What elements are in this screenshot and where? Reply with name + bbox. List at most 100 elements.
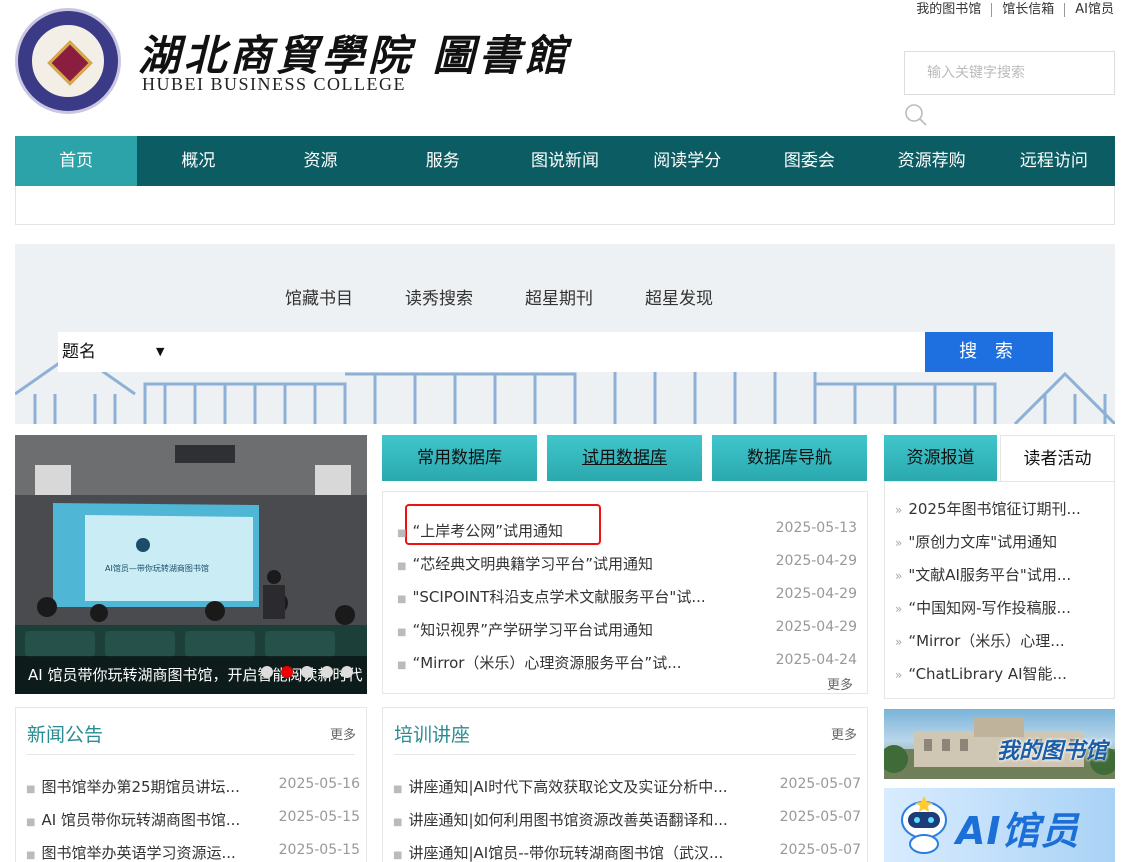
list-item[interactable]: ■ AI 馆员带你玩转湖商图书馆... 2025-05-15 <box>26 809 360 842</box>
item-title: 讲座通知|AI馆员--带你玩转湖商图书馆（武汉... <box>408 844 724 862</box>
divider <box>27 754 355 755</box>
list-item[interactable]: » “Mirror（米乐）心理... <box>895 630 1105 663</box>
list-item[interactable]: ■ 图书馆举办第25期馆员讲坛... 2025-05-16 <box>26 776 360 809</box>
my-library-label: 我的图书馆 <box>996 739 1107 764</box>
item-date: 2025-05-07 <box>779 776 861 792</box>
list-item[interactable]: » 2025年图书馆征订期刊... <box>895 498 1105 531</box>
ai-librarian-label: AI馆员 <box>956 809 1080 853</box>
seal-emblem <box>47 40 93 86</box>
nav-resources[interactable]: 资源 <box>259 136 381 186</box>
bullet-icon: ■ <box>397 627 407 638</box>
site-search-input[interactable]: 输入关键字搜索 <box>904 51 1115 95</box>
tab-resource-reports[interactable]: 资源报道 <box>884 435 997 481</box>
item-date: 2025-05-15 <box>278 842 360 858</box>
double-chevron-icon: » <box>895 602 903 616</box>
list-item[interactable]: ■ “芯经典文明典籍学习平台”试用通知 2025-04-29 <box>397 545 857 578</box>
nav-library-committee[interactable]: 图委会 <box>748 136 870 186</box>
list-item[interactable]: » “中国知网-写作投稿服... <box>895 597 1105 630</box>
bullet-icon: ■ <box>393 850 403 861</box>
my-library-banner[interactable]: 我的图书馆 <box>884 709 1115 779</box>
item-title: “上岸考公网”试用通知 <box>412 522 563 540</box>
item-title: “中国知网-写作投稿服... <box>908 599 1071 617</box>
item-title: 讲座通知|如何利用图书馆资源改善英语翻译和... <box>408 811 728 829</box>
list-item[interactable]: ■ 讲座通知|如何利用图书馆资源改善英语翻译和... 2025-05-07 <box>393 809 861 842</box>
double-chevron-icon: » <box>895 569 903 583</box>
item-title: AI 馆员带你玩转湖商图书馆... <box>41 811 241 829</box>
tab-duxiu-search[interactable]: 读秀搜索 <box>405 284 473 309</box>
list-item[interactable]: » "原创力文库"试用通知 <box>895 531 1105 564</box>
list-item[interactable]: ■ “上岸考公网”试用通知 2025-05-13 <box>397 512 857 545</box>
slider-dots <box>261 666 361 678</box>
bullet-icon: ■ <box>393 817 403 828</box>
news-more-link[interactable]: 更多 <box>330 724 356 743</box>
item-date: 2025-04-29 <box>775 619 857 635</box>
nav-remote-access[interactable]: 远程访问 <box>993 136 1115 186</box>
item-title: "SCIPOINT科沿支点学术文献服务平台"试... <box>412 588 706 606</box>
list-item[interactable]: » "文献AI服务平台"试用... <box>895 564 1105 597</box>
library-logo-english: HUBEI BUSINESS COLLEGE <box>142 74 407 94</box>
tab-chaoxing-discovery[interactable]: 超星发现 <box>645 284 713 309</box>
list-item[interactable]: ■ “Mirror（米乐）心理资源服务平台”试... 2025-04-24 <box>397 644 857 677</box>
item-date: 2025-05-15 <box>278 809 360 825</box>
item-title: 图书馆举办第25期馆员讲坛... <box>41 778 240 796</box>
tab-reader-activities[interactable]: 读者活动 <box>1000 435 1115 481</box>
item-date: 2025-04-29 <box>775 553 857 569</box>
bullet-icon: ■ <box>397 594 407 605</box>
bullet-icon: ■ <box>393 784 403 795</box>
slider-dot[interactable] <box>301 666 313 678</box>
news-panel: 新闻公告 更多 ■ 图书馆举办第25期馆员讲坛... 2025-05-16 ■ AI… <box>15 707 367 862</box>
item-title: “芯经典文明典籍学习平台”试用通知 <box>412 555 653 573</box>
catalog-search-tabs: 馆藏书目 读秀搜索 超星期刊 超星发现 <box>285 284 765 309</box>
database-tabs: 常用数据库 试用数据库 数据库导航 <box>382 435 868 481</box>
slider-dot[interactable] <box>261 666 273 678</box>
robot-icon <box>901 796 947 854</box>
item-date: 2025-04-29 <box>775 586 857 602</box>
chevron-down-icon: ▼ <box>156 345 165 358</box>
double-chevron-icon: » <box>895 668 903 682</box>
nav-home[interactable]: 首页 <box>15 136 138 186</box>
list-item[interactable]: ■ 讲座通知|AI馆员--带你玩转湖商图书馆（武汉... 2025-05-07 <box>393 842 861 862</box>
search-field-select[interactable]: 题名 ▼ <box>62 332 164 372</box>
search-icon[interactable] <box>904 103 928 127</box>
nav-reading-credits[interactable]: 阅读学分 <box>626 136 748 186</box>
tab-database-navigation[interactable]: 数据库导航 <box>712 435 867 481</box>
list-item[interactable]: ■ 讲座通知|AI时代下高效获取论文及实证分析中... 2025-05-07 <box>393 776 861 809</box>
tab-common-databases[interactable]: 常用数据库 <box>382 435 537 481</box>
my-library-link[interactable]: 我的图书馆 <box>906 3 993 17</box>
item-date: 2025-05-07 <box>779 809 861 825</box>
nav-services[interactable]: 服务 <box>382 136 504 186</box>
catalog-search-button[interactable]: 搜 索 <box>925 332 1053 372</box>
item-title: 图书馆举办英语学习资源运... <box>41 844 236 862</box>
item-title: 2025年图书馆征订期刊... <box>908 500 1081 518</box>
tab-library-catalog[interactable]: 馆藏书目 <box>285 284 353 309</box>
news-photo-slider[interactable]: AI馆员—带你玩转湖商图书馆 AI 馆员带你玩转湖商图书馆，开启智能阅读新时代 <box>15 435 367 694</box>
activity-tabs: 资源报道 读者活动 <box>884 435 1115 481</box>
list-item[interactable]: ■ 图书馆举办英语学习资源运... 2025-05-15 <box>26 842 360 862</box>
item-title: “Mirror（米乐）心理... <box>908 632 1065 650</box>
item-date: 2025-04-24 <box>775 652 857 668</box>
item-title: "原创力文库"试用通知 <box>908 533 1058 551</box>
item-date: 2025-05-13 <box>775 520 857 536</box>
item-date: 2025-05-07 <box>779 842 861 858</box>
tab-trial-databases[interactable]: 试用数据库 <box>547 435 702 481</box>
list-item[interactable]: ■ "SCIPOINT科沿支点学术文献服务平台"试... 2025-04-29 <box>397 578 857 611</box>
slider-dot-active[interactable] <box>281 666 293 678</box>
training-panel: 培训讲座 更多 ■ 讲座通知|AI时代下高效获取论文及实证分析中... 2025-… <box>382 707 868 862</box>
ai-librarian-link[interactable]: AI馆员 <box>1065 3 1114 17</box>
nav-photo-news[interactable]: 图说新闻 <box>504 136 626 186</box>
item-title: "文献AI服务平台"试用... <box>908 566 1072 584</box>
double-chevron-icon: » <box>895 635 903 649</box>
ai-librarian-banner[interactable]: AI馆员 <box>884 788 1115 862</box>
training-title[interactable]: 培训讲座 <box>394 720 470 747</box>
tab-chaoxing-journals[interactable]: 超星期刊 <box>525 284 593 309</box>
db-more-link[interactable]: 更多 <box>827 674 853 693</box>
list-item[interactable]: » “ChatLibrary AI智能... <box>895 663 1105 696</box>
training-more-link[interactable]: 更多 <box>831 724 857 743</box>
director-mailbox-link[interactable]: 馆长信箱 <box>992 3 1066 17</box>
news-title[interactable]: 新闻公告 <box>27 720 103 747</box>
list-item[interactable]: ■ “知识视界”产学研学习平台试用通知 2025-04-29 <box>397 611 857 644</box>
slider-dot[interactable] <box>341 666 353 678</box>
slider-dot[interactable] <box>321 666 333 678</box>
nav-overview[interactable]: 概况 <box>137 136 259 186</box>
nav-resource-recommend[interactable]: 资源荐购 <box>871 136 993 186</box>
